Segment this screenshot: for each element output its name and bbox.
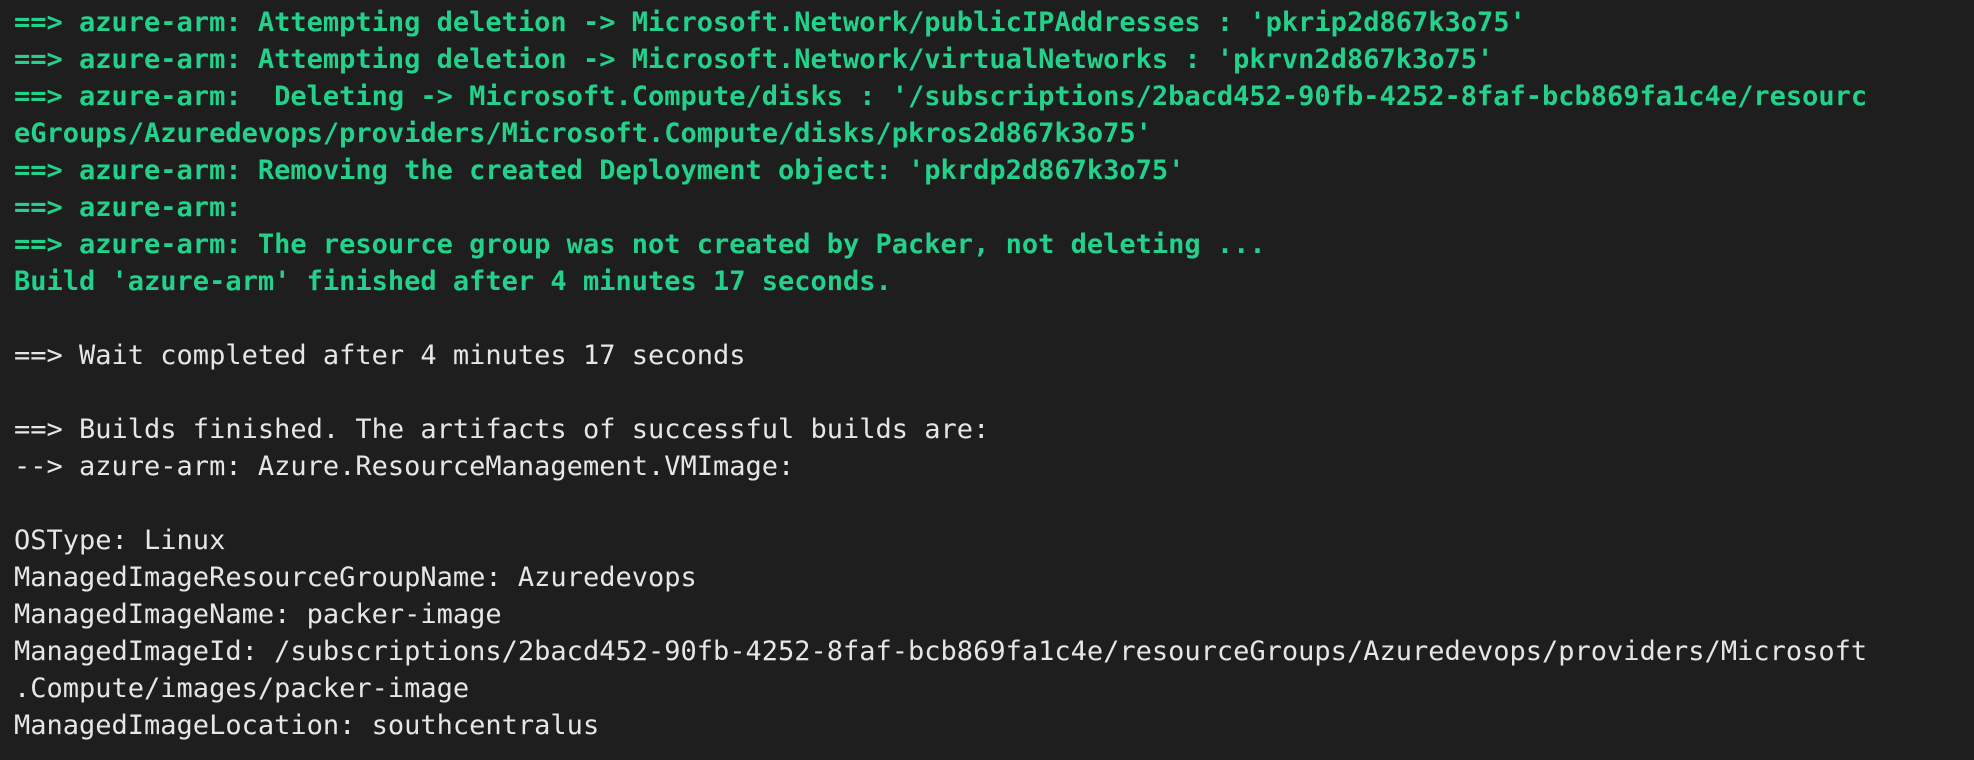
terminal-line: eGroups/Azuredevops/providers/Microsoft.…	[14, 118, 1152, 149]
terminal-line: ==> azure-arm: Removing the created Depl…	[14, 155, 1185, 186]
builds-finished-line: ==> Builds finished. The artifacts of su…	[14, 414, 990, 445]
artifact-image-id-line: ManagedImageId: /subscriptions/2bacd452-…	[14, 636, 1868, 667]
terminal-line: ==> azure-arm: Attempting deletion -> Mi…	[14, 44, 1494, 75]
artifact-ostype-line: OSType: Linux	[14, 525, 226, 556]
terminal-window[interactable]: ==> azure-arm: Attempting deletion -> Mi…	[0, 0, 1974, 760]
wait-completed-line: ==> Wait completed after 4 minutes 17 se…	[14, 340, 746, 371]
artifact-image-location-line: ManagedImageLocation: southcentralus	[14, 710, 600, 741]
terminal-line: ==> azure-arm: The resource group was no…	[14, 229, 1266, 260]
artifact-resource-group-line: ManagedImageResourceGroupName: Azuredevo…	[14, 562, 697, 593]
artifact-image-id-continued-line: .Compute/images/packer-image	[14, 673, 470, 704]
build-finished-line: Build 'azure-arm' finished after 4 minut…	[14, 266, 892, 297]
artifact-header-line: --> azure-arm: Azure.ResourceManagement.…	[14, 451, 795, 482]
terminal-line: ==> azure-arm: Deleting -> Microsoft.Com…	[14, 81, 1868, 112]
terminal-line: ==> azure-arm:	[14, 192, 242, 223]
artifact-image-name-line: ManagedImageName: packer-image	[14, 599, 502, 630]
terminal-line: ==> azure-arm: Attempting deletion -> Mi…	[14, 7, 1526, 38]
